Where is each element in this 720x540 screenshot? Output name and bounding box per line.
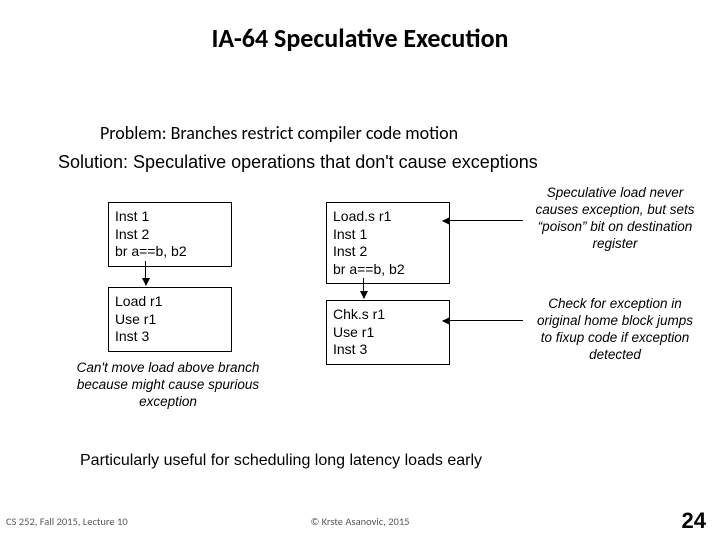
right-caption-2: Check for exception in original home blo…	[530, 296, 700, 364]
left-box-2: Load r1 Use r1 Inst 3	[108, 287, 232, 352]
right-caption-1: Speculative load never causes exception,…	[530, 185, 700, 253]
left-box-1: Inst 1 Inst 2 br a==b, b2	[108, 202, 232, 267]
arrow-left-down	[145, 261, 146, 285]
arrow-to-chk	[443, 320, 523, 321]
slide-title: IA-64 Speculative Execution	[0, 22, 720, 54]
left-caption: Can't move load above branch because mig…	[58, 360, 278, 411]
arrow-to-loads	[443, 220, 523, 221]
right-box-1: Load.s r1 Inst 1 Inst 2 br a==b, b2	[326, 202, 450, 284]
solution-text: Solution: Speculative operations that do…	[58, 152, 538, 173]
arrow-right-down	[363, 278, 364, 298]
right-box-2: Chk.s r1 Use r1 Inst 3	[326, 300, 450, 365]
page-number: 24	[682, 508, 706, 534]
problem-text: Problem: Branches restrict compiler code…	[100, 122, 458, 144]
footer-center: © Krste Asanovic, 2015	[0, 515, 720, 528]
conclusion-text: Particularly useful for scheduling long …	[80, 452, 670, 470]
